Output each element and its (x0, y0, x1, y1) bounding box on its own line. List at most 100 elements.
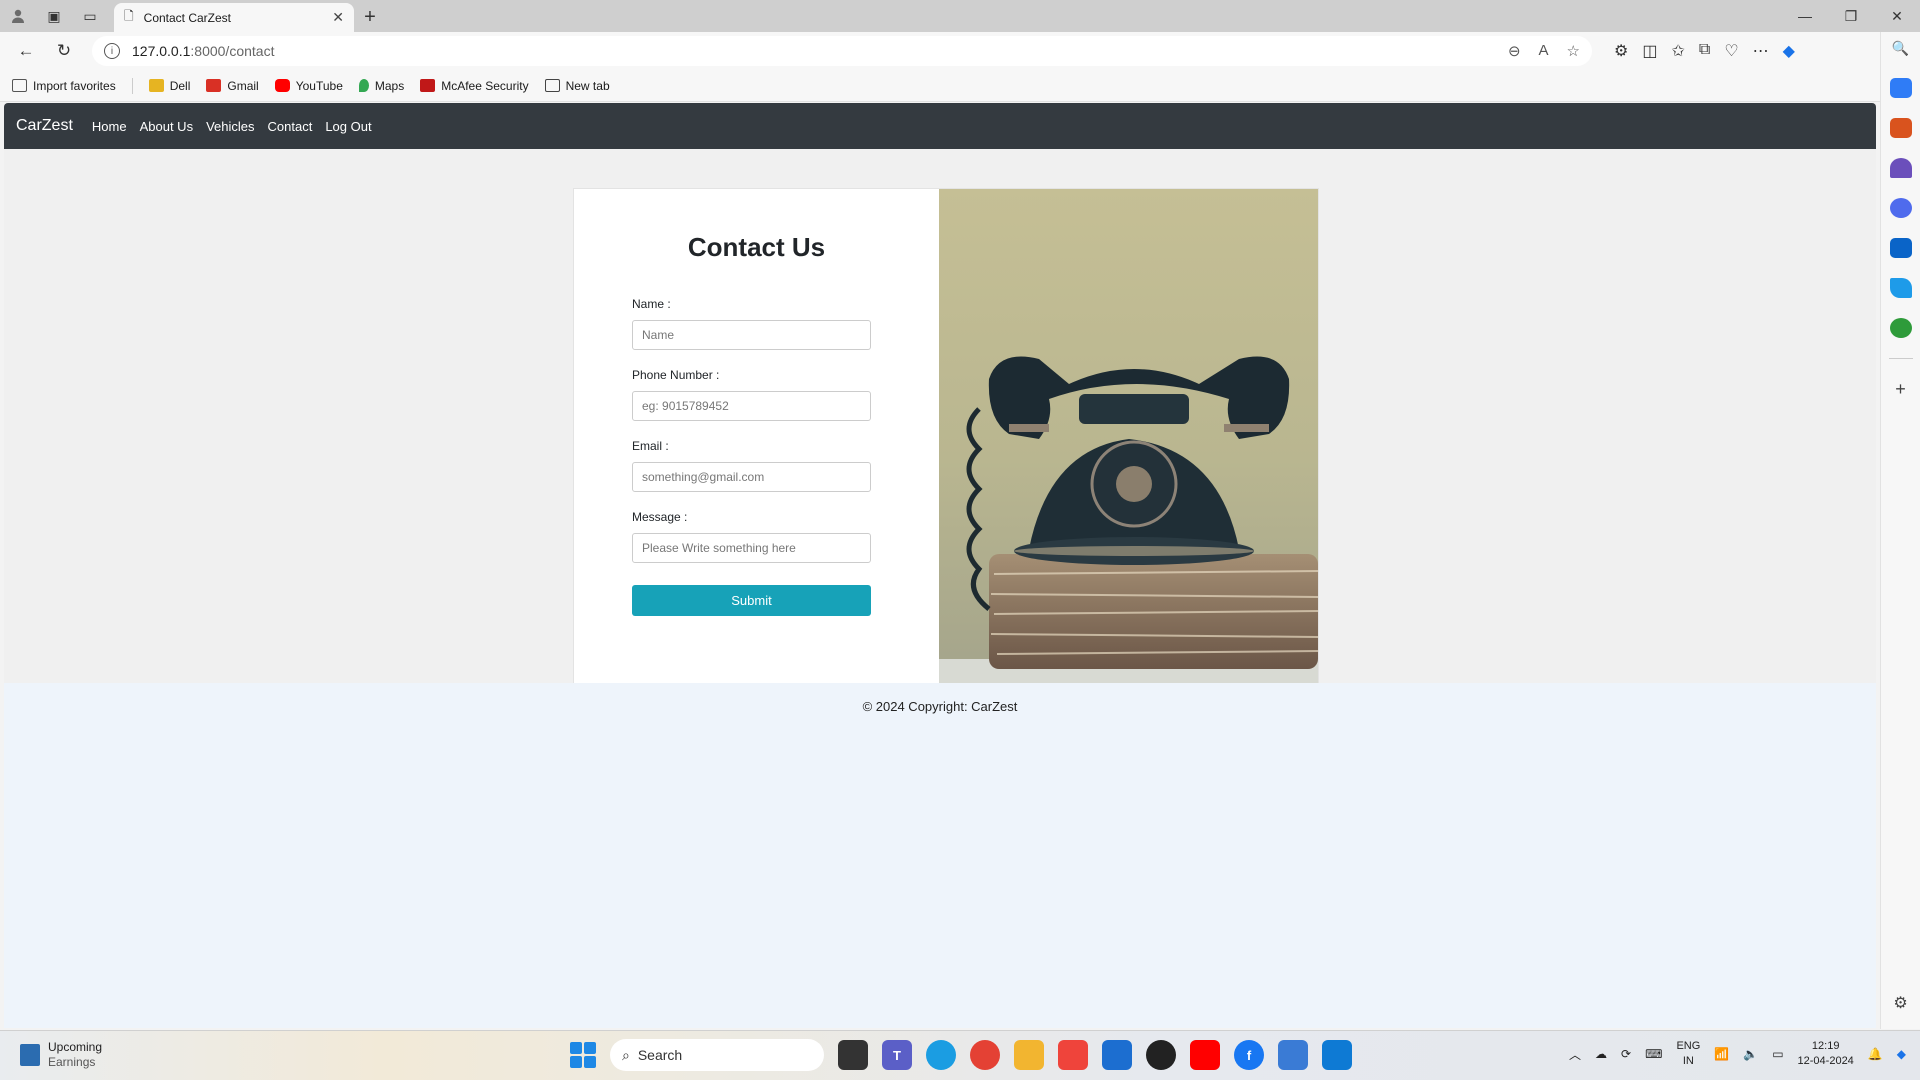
taskbar-search[interactable]: ⌕ Search (610, 1039, 824, 1071)
new-tab-button[interactable]: + (354, 3, 386, 32)
onedrive-icon[interactable]: ☁ (1595, 1047, 1607, 1061)
split-screen-icon[interactable]: ◫ (1642, 41, 1657, 61)
copilot-icon[interactable]: ◆ (1783, 41, 1795, 61)
phone-field-group: Phone Number : (632, 368, 881, 421)
submit-button[interactable]: Submit (632, 585, 871, 616)
browser-toolbar: ← ↻ i 127.0.0.1:8000/contact ⊖ A ☆ ⚙ ◫ ✩… (0, 32, 1920, 70)
collections-icon[interactable]: ⧉ (1699, 41, 1710, 61)
page-icon: 🗋 (124, 9, 134, 23)
send-icon[interactable] (1889, 278, 1912, 298)
favorite-label: McAfee Security (441, 78, 529, 93)
address-bar[interactable]: i 127.0.0.1:8000/contact ⊖ A ☆ (92, 36, 1592, 66)
close-window-button[interactable]: ✕ (1874, 0, 1920, 32)
site-navbar: CarZest Home About Us Vehicles Contact L… (4, 103, 1876, 149)
close-tab-icon[interactable]: ✕ (332, 9, 344, 26)
zoom-icon[interactable]: ⊖ (1508, 42, 1521, 60)
sidebar-settings-icon[interactable]: ⚙ (1893, 993, 1907, 1013)
extensions-icon[interactable]: ⚙ (1614, 41, 1628, 61)
add-icon[interactable]: + (1890, 379, 1912, 399)
copilot-taskbar-icon[interactable]: ◆ (1897, 1047, 1906, 1061)
language-indicator[interactable]: ENG IN (1676, 1039, 1700, 1069)
browser-essentials-icon[interactable]: ♡ (1724, 41, 1738, 61)
favorite-maps[interactable]: Maps (358, 78, 405, 93)
file-explorer-icon[interactable] (1014, 1040, 1044, 1070)
phone-input[interactable] (632, 391, 871, 421)
favorite-gmail[interactable]: Gmail (206, 79, 259, 93)
newtab-icon (544, 79, 560, 92)
task-view-icon[interactable] (838, 1040, 868, 1070)
nav-home[interactable]: Home (92, 119, 127, 134)
keyboard-icon[interactable]: ⌨ (1645, 1047, 1662, 1061)
nav-logout[interactable]: Log Out (325, 119, 371, 134)
widgets-button[interactable]: Upcoming Earnings (20, 1040, 102, 1070)
site-info-icon[interactable]: i (104, 43, 120, 59)
refresh-button[interactable]: ↻ (48, 36, 80, 66)
url-text[interactable]: 127.0.0.1:8000/contact (132, 43, 1496, 59)
read-aloud-icon[interactable]: A (1539, 42, 1549, 60)
microsoft-365-icon[interactable] (1889, 198, 1912, 218)
notepad-icon[interactable] (1278, 1040, 1308, 1070)
workspaces-icon[interactable]: ▣ (36, 0, 72, 32)
battery-icon[interactable]: ▭ (1772, 1047, 1783, 1061)
browser-titlebar: ▣ ▭ 🗋 Contact CarZest ✕ + — ❐ ✕ (0, 0, 1920, 32)
message-input[interactable] (632, 533, 871, 563)
more-menu-icon[interactable]: ⋯ (1753, 41, 1769, 61)
notification-bell-icon[interactable]: 🔔 (1868, 1047, 1883, 1061)
back-button[interactable]: ← (10, 36, 42, 66)
teams-icon[interactable]: T (882, 1040, 912, 1070)
profile-icon[interactable] (0, 0, 36, 32)
outlook-icon[interactable] (1889, 238, 1912, 258)
message-field-group: Message : (632, 510, 881, 563)
brand-link[interactable]: CarZest (16, 117, 73, 135)
edge-icon[interactable] (926, 1040, 956, 1070)
nav-vehicles[interactable]: Vehicles (206, 119, 254, 134)
phone-label: Phone Number : (632, 368, 720, 382)
wifi-icon[interactable]: 📶 (1714, 1047, 1729, 1061)
start-button[interactable] (570, 1042, 596, 1068)
name-input[interactable] (632, 320, 871, 350)
shopping-tag-icon[interactable] (1889, 78, 1912, 98)
favorite-label: Maps (374, 78, 405, 93)
favorite-newtab[interactable]: New tab (544, 79, 610, 93)
tab-actions-icon[interactable]: ▭ (72, 0, 108, 32)
favorite-star-icon[interactable]: ☆ (1567, 42, 1580, 60)
tab-title: Contact CarZest (143, 10, 232, 25)
minimize-button[interactable]: — (1782, 0, 1828, 32)
facebook-icon[interactable]: f (1234, 1040, 1264, 1070)
chrome-icon[interactable] (970, 1040, 1000, 1070)
youtube-icon[interactable] (1190, 1040, 1220, 1070)
system-tray: ︿ ☁ ⟳ ⌨ ENG IN 📶 🔈 ▭ 12:19 12-04-2024 🔔 … (1569, 1039, 1906, 1069)
nav-about[interactable]: About Us (140, 119, 193, 134)
favorites-icon[interactable]: ✩ (1671, 41, 1684, 61)
show-hidden-icons-icon[interactable]: ︿ (1569, 1046, 1581, 1063)
tab-contact[interactable]: 🗋 Contact CarZest ✕ (114, 3, 354, 32)
contact-card: Contact Us Name : Phone Number : Email :… (573, 188, 1319, 731)
games-chess-icon[interactable] (1889, 158, 1912, 178)
restore-button[interactable]: ❐ (1828, 0, 1874, 32)
email-input[interactable] (632, 462, 871, 492)
microsoft-store-icon[interactable] (1102, 1040, 1132, 1070)
clock[interactable]: 12:19 12-04-2024 (1798, 1039, 1854, 1069)
favorite-import[interactable]: Import favorites (12, 79, 116, 93)
dell-icon[interactable] (1146, 1040, 1176, 1070)
vscode-icon[interactable] (1322, 1040, 1352, 1070)
nav-contact[interactable]: Contact (268, 119, 313, 134)
favorite-youtube[interactable]: YouTube (274, 79, 343, 93)
window-controls: — ❐ ✕ (1782, 0, 1920, 32)
search-icon[interactable]: 🔍 (1890, 38, 1912, 58)
email-label: Email : (632, 439, 669, 453)
region-code: IN (1682, 1055, 1694, 1067)
favorites-bar: Import favorites Dell Gmail YouTube Maps… (0, 70, 1880, 102)
sync-icon[interactable]: ⟳ (1621, 1047, 1631, 1061)
favorites-separator (131, 77, 133, 94)
favorite-dell[interactable]: Dell (148, 79, 190, 93)
sidebar-separator (1888, 358, 1913, 359)
tools-briefcase-icon[interactable] (1889, 118, 1912, 138)
volume-icon[interactable]: 🔈 (1743, 1047, 1758, 1061)
tree-icon[interactable] (1889, 318, 1912, 338)
search-label: Search (637, 1047, 683, 1063)
clock-time: 12:19 (1811, 1040, 1840, 1052)
anydesk-icon[interactable] (1058, 1040, 1088, 1070)
copyright-text: © 2024 Copyright: CarZest (862, 699, 1018, 714)
favorite-mcafee[interactable]: McAfee Security (420, 78, 529, 93)
